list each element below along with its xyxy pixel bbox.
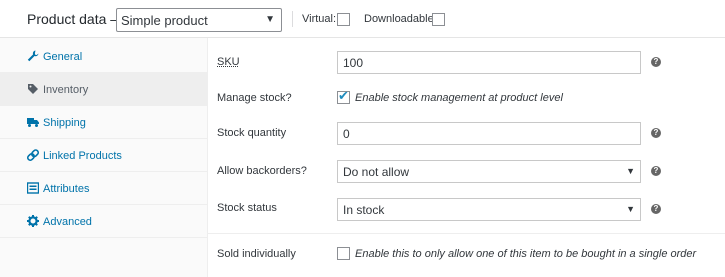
backorders-label: Allow backorders?	[217, 165, 307, 177]
product-data-title: Product data —	[27, 11, 125, 27]
backorders-select[interactable]: Do not allow ▼	[337, 160, 641, 183]
stock-quantity-value: 0	[343, 127, 350, 141]
tab-shipping-label: Shipping	[43, 117, 86, 129]
truck-icon	[27, 118, 39, 127]
stock-status-select[interactable]: In stock ▼	[337, 198, 641, 221]
virtual-label: Virtual:	[302, 13, 337, 25]
section-divider	[208, 233, 725, 234]
sold-individually-description: Enable this to only allow one of this it…	[355, 248, 697, 260]
tag-icon	[28, 84, 38, 94]
help-icon[interactable]: ?	[651, 57, 661, 67]
help-icon[interactable]: ?	[651, 128, 661, 138]
tab-shipping[interactable]: Shipping	[0, 106, 208, 139]
downloadable-checkbox[interactable]	[432, 13, 445, 26]
tab-attributes[interactable]: Attributes	[0, 172, 208, 205]
chevron-down-icon: ▼	[265, 14, 275, 25]
manage-stock-label: Manage stock?	[217, 92, 292, 104]
tab-inventory[interactable]: Inventory	[0, 73, 208, 106]
tab-advanced-label: Advanced	[43, 216, 92, 228]
tab-attributes-label: Attributes	[43, 183, 90, 195]
product-data-panel: Product data — Simple product ▼ Virtual:…	[0, 0, 725, 277]
sold-individually-checkbox[interactable]	[337, 247, 350, 260]
tab-linked-products-label: Linked Products	[43, 150, 122, 162]
tab-general-label: General	[43, 51, 83, 63]
wrench-icon	[27, 50, 39, 62]
sku-label: SKU	[217, 56, 240, 68]
tab-inventory-label: Inventory	[43, 84, 89, 96]
stock-quantity-label: Stock quantity	[217, 127, 287, 139]
sold-individually-label: Sold individually	[217, 248, 296, 260]
sku-input[interactable]: 100	[337, 51, 641, 74]
stock-status-value: In stock	[343, 203, 385, 217]
tab-linked-products[interactable]: Linked Products	[0, 139, 208, 172]
tab-general[interactable]: General	[0, 40, 208, 73]
product-type-value: Simple product	[121, 13, 208, 28]
stock-quantity-input[interactable]: 0	[337, 122, 641, 145]
stock-status-label: Stock status	[217, 202, 277, 214]
chevron-down-icon: ▼	[626, 166, 635, 176]
help-icon[interactable]: ?	[651, 204, 661, 214]
backorders-value: Do not allow	[343, 165, 410, 179]
header-separator	[292, 11, 293, 27]
manage-stock-checkbox[interactable]: ✔	[337, 88, 350, 104]
downloadable-label: Downloadable:	[364, 13, 437, 25]
tab-advanced[interactable]: Advanced	[0, 205, 208, 238]
inventory-form: SKU 100 ? Manage stock? ✔ Enable stock m…	[208, 38, 725, 277]
product-type-select[interactable]: Simple product ▼	[116, 8, 282, 32]
checkmark-icon: ✔	[338, 88, 349, 103]
product-data-tabs: General Inventory Shipping Linked Produc…	[0, 38, 208, 277]
product-data-header: Product data — Simple product ▼ Virtual:…	[0, 0, 725, 38]
help-icon[interactable]: ?	[651, 166, 661, 176]
link-icon	[27, 149, 39, 161]
sku-value: 100	[343, 56, 364, 70]
chevron-down-icon: ▼	[626, 204, 635, 214]
manage-stock-description: Enable stock management at product level	[355, 92, 563, 104]
virtual-checkbox[interactable]	[337, 13, 350, 26]
gear-icon	[27, 215, 39, 227]
list-icon	[27, 182, 39, 194]
